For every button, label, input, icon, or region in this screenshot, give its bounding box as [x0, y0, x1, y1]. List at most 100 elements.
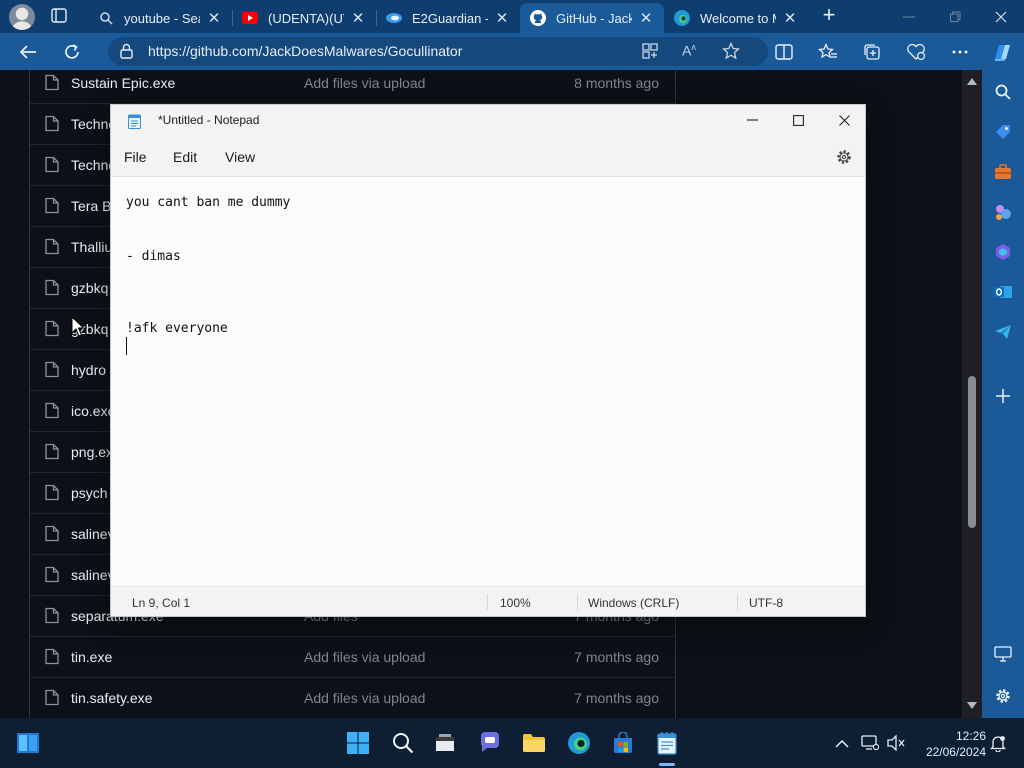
speaker-muted-icon[interactable]	[886, 733, 906, 753]
file-row[interactable]: tin.safety.exe Add files via upload 7 mont…	[30, 676, 675, 718]
tab-label: E2Guardian - A	[412, 10, 488, 26]
file-name-link[interactable]: png.ex	[71, 444, 113, 460]
notepad-status-bar: Ln 9, Col 1 100% Windows (CRLF) UTF-8	[111, 586, 865, 616]
search-icon[interactable]	[991, 80, 1015, 104]
edge-taskbar-icon[interactable]	[566, 730, 592, 756]
shopping-tag-icon[interactable]	[991, 120, 1015, 144]
lock-icon[interactable]	[120, 43, 133, 64]
favorite-star-icon[interactable]	[721, 41, 741, 65]
menu-view[interactable]: View	[225, 149, 255, 165]
notifications-bell-icon[interactable]	[988, 733, 1008, 753]
add-sidebar-app-icon[interactable]	[991, 384, 1015, 408]
teams-chat-icon[interactable]	[477, 730, 503, 756]
text-caret	[126, 337, 127, 355]
back-button[interactable]	[16, 40, 40, 64]
mouse-cursor-icon	[71, 315, 85, 338]
notepad-title-bar[interactable]: *Untitled - Notepad	[111, 105, 865, 137]
status-line-ending: Windows (CRLF)	[588, 596, 680, 610]
show-hidden-icons-chevron-icon[interactable]	[832, 733, 852, 753]
close-tab-icon[interactable]: ✕	[638, 9, 654, 27]
edge-sidebar	[982, 70, 1024, 718]
notepad-maximize-button[interactable]	[775, 105, 821, 135]
games-icon[interactable]	[991, 200, 1015, 224]
file-icon	[45, 279, 59, 296]
collections-icon[interactable]	[860, 40, 884, 64]
edge-icon	[674, 10, 690, 26]
file-name-link[interactable]: salinev	[71, 526, 115, 542]
tab-actions-icon[interactable]	[48, 7, 70, 25]
notepad-taskbar-icon[interactable]	[654, 730, 680, 756]
outlook-icon[interactable]	[991, 280, 1015, 304]
file-name-link[interactable]: salinev	[71, 567, 115, 583]
file-row[interactable]: tin.exe Add files via upload 7 months ago	[30, 635, 675, 677]
favorites-icon[interactable]	[816, 40, 840, 64]
file-icon	[45, 197, 59, 214]
file-name-link[interactable]: Tera B	[71, 198, 111, 214]
file-name-link[interactable]: Thalliu	[71, 239, 112, 255]
close-tab-icon[interactable]: ✕	[494, 9, 510, 27]
tab-welcome[interactable]: Welcome to M ✕	[664, 3, 808, 33]
file-name-link[interactable]: hydro	[71, 362, 106, 378]
network-monitor-icon[interactable]	[860, 733, 880, 753]
file-icon	[45, 648, 59, 665]
page-scrollbar[interactable]	[962, 70, 982, 718]
notepad-text-area[interactable]: you cant ban me dummy - dimas !afk every…	[111, 177, 865, 586]
tab-youtube-search[interactable]: youtube - Search ✕	[88, 3, 232, 33]
commit-date: 7 months ago	[574, 648, 659, 665]
close-tab-icon[interactable]: ✕	[350, 9, 366, 27]
commit-message-link[interactable]: Add files via upload	[304, 690, 425, 706]
tools-briefcase-icon[interactable]	[991, 160, 1015, 184]
file-explorer-icon[interactable]	[521, 730, 547, 756]
task-view-icon[interactable]	[432, 730, 458, 756]
notepad-settings-gear-icon[interactable]	[835, 148, 853, 166]
store-icon[interactable]	[610, 730, 636, 756]
minimize-button[interactable]	[886, 0, 932, 33]
file-name-link[interactable]: gzbkq	[71, 280, 108, 296]
profile-avatar-icon[interactable]	[9, 4, 35, 30]
address-bar[interactable]: https://github.com/JackDoesMalwares/Gocu…	[108, 37, 768, 66]
scroll-up-icon[interactable]	[967, 78, 977, 85]
split-screen-icon[interactable]	[772, 40, 796, 64]
commit-message-link[interactable]: Add files via upload	[304, 649, 425, 665]
widgets-icon[interactable]	[15, 730, 41, 756]
file-icon	[45, 74, 59, 91]
copilot-icon[interactable]	[990, 40, 1014, 64]
tab-youtube-video[interactable]: (UDENTA)(UTK ✕	[232, 3, 376, 33]
file-name-link[interactable]: psych	[71, 485, 108, 501]
system-clock[interactable]: 12:26 22/06/2024	[912, 728, 986, 760]
menu-file[interactable]: File	[124, 149, 147, 165]
file-row[interactable]: Sustain Epic.exe Add files via upload 8 mo…	[30, 70, 675, 103]
file-icon	[45, 320, 59, 337]
file-icon	[45, 361, 59, 378]
scroll-down-icon[interactable]	[967, 702, 977, 709]
start-windows-icon[interactable]	[345, 730, 371, 756]
notepad-close-button[interactable]	[821, 105, 867, 135]
telegram-send-icon[interactable]	[991, 320, 1015, 344]
screenshot-icon[interactable]	[991, 642, 1015, 666]
commit-message-link[interactable]: Add files via upload	[304, 75, 425, 91]
tab-github[interactable]: GitHub - JackD ✕	[520, 3, 664, 33]
restore-button[interactable]	[932, 0, 978, 33]
notepad-minimize-button[interactable]	[729, 105, 775, 135]
close-tab-icon[interactable]: ✕	[206, 9, 222, 27]
file-name-link[interactable]: Sustain Epic.exe	[71, 75, 175, 91]
settings-gear-icon[interactable]	[991, 684, 1015, 708]
apps-icon[interactable]	[642, 43, 658, 64]
file-name-link[interactable]: tin.exe	[71, 649, 112, 665]
new-tab-button[interactable]: +	[818, 4, 840, 27]
refresh-button[interactable]	[60, 40, 84, 64]
menu-edit[interactable]: Edit	[173, 149, 197, 165]
close-window-button[interactable]	[978, 0, 1024, 33]
scroll-thumb[interactable]	[968, 376, 976, 528]
taskbar-search-icon[interactable]	[390, 730, 416, 756]
tab-label: youtube - Search	[124, 10, 200, 26]
browser-essentials-icon[interactable]	[904, 40, 928, 64]
file-name-link[interactable]: ico.exe	[71, 403, 115, 419]
microsoft-365-icon[interactable]	[991, 240, 1015, 264]
close-tab-icon[interactable]: ✕	[782, 9, 798, 27]
file-name-link[interactable]: tin.safety.exe	[71, 690, 152, 706]
tab-e2guardian[interactable]: E2Guardian - A ✕	[376, 3, 520, 33]
notepad-app-icon	[128, 113, 141, 129]
read-aloud-icon[interactable]: Aʌ	[682, 42, 696, 59]
more-options-icon[interactable]	[948, 40, 972, 64]
